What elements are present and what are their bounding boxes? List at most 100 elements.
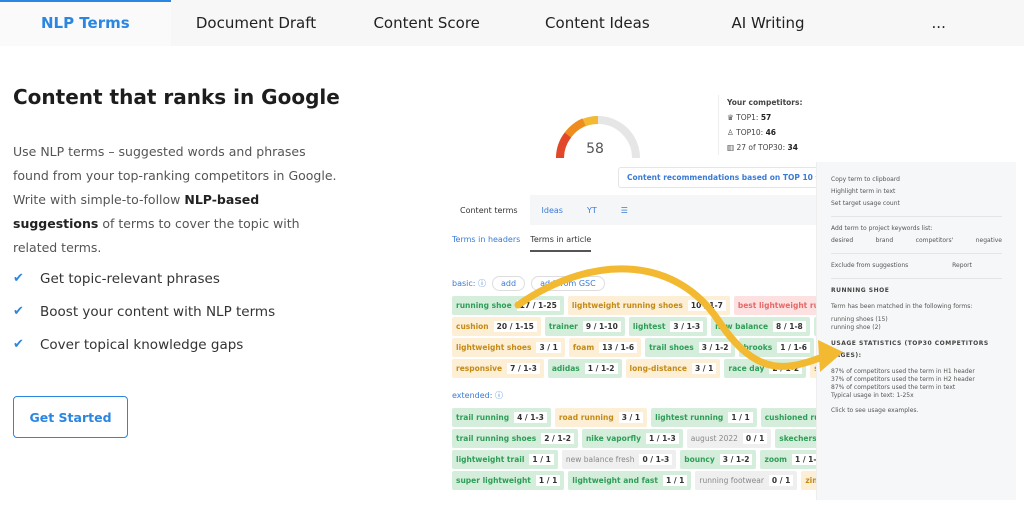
- tab-nlp-terms[interactable]: NLP Terms: [0, 0, 171, 46]
- tab-settings[interactable]: ☰: [609, 195, 640, 225]
- term-chip[interactable]: trail running shoes 2 / 1-2: [452, 429, 578, 448]
- term-chip[interactable]: trainer 9 / 1-10: [544, 317, 625, 336]
- check-icon: ✔: [13, 271, 24, 286]
- term-chip[interactable]: running shoe 17 / 1-25: [452, 296, 564, 315]
- tab-more[interactable]: ...: [853, 0, 1024, 46]
- tab-ai-writing[interactable]: AI Writing: [683, 0, 854, 46]
- check-icon: ✔: [13, 304, 24, 319]
- term-count: 7 / 1-3: [507, 363, 540, 374]
- term-chip[interactable]: cushion 20 / 1-15: [452, 317, 541, 336]
- term-label: adidas: [551, 364, 580, 373]
- benefit-item: ✔ Boost your content with NLP terms: [13, 295, 275, 328]
- term-label: lightweight running shoes: [571, 301, 683, 310]
- sliders-icon: ☰: [620, 205, 628, 215]
- term-label: nike vaporfly: [585, 434, 641, 443]
- tab-ideas[interactable]: Ideas: [530, 195, 575, 225]
- term-count: 3 / 1: [536, 342, 561, 353]
- competitors-box: Your competitors: ♛ TOP1: 57 ♙ TOP10: 46…: [718, 95, 802, 155]
- term-label: lightest running: [655, 413, 724, 422]
- term-chip[interactable]: long-distance 3 / 1: [625, 359, 721, 378]
- term-chip[interactable]: lightweight running shoes 10 / 1-7: [567, 296, 730, 315]
- term-chip[interactable]: new balance fresh 0 / 1-3: [561, 450, 677, 469]
- term-count: 13 / 1-6: [599, 342, 638, 353]
- term-chip[interactable]: brooks 1 / 1-6: [739, 338, 814, 357]
- report-item[interactable]: Report: [952, 260, 972, 272]
- tab-terms-in-headers[interactable]: Terms in headers: [452, 235, 520, 252]
- term-chip[interactable]: super lightweight 1 / 1: [452, 471, 565, 490]
- term-chip[interactable]: trail shoes 3 / 1-2: [645, 338, 736, 357]
- competitors-option[interactable]: competitors': [916, 235, 954, 247]
- term-chip[interactable]: responsive 7 / 1-3: [452, 359, 544, 378]
- exclude-item[interactable]: Exclude from suggestions: [831, 260, 908, 272]
- term-label: august 2022: [690, 434, 738, 443]
- benefit-item: ✔ Cover topical knowledge gaps: [13, 328, 275, 361]
- basic-label: basic: ⓘ: [452, 279, 487, 288]
- term-chip[interactable]: lightest running 1 / 1: [651, 408, 757, 427]
- term-chip[interactable]: lightweight shoes 3 / 1: [452, 338, 565, 357]
- term-count: 1 / 1: [728, 412, 753, 423]
- negative-option[interactable]: negative: [976, 235, 1002, 247]
- stats-title: USAGE STATISTICS (TOP30 COMPETITORS PAGE…: [831, 340, 989, 359]
- term-label: trail running: [456, 413, 510, 422]
- term-label: skechers: [779, 434, 817, 443]
- usage-examples-link[interactable]: Click to see usage examples.: [831, 405, 1002, 417]
- term-chip[interactable]: trail running 4 / 1-3: [452, 408, 551, 427]
- term-chip[interactable]: road running 3 / 1: [554, 408, 648, 427]
- term-label: race day: [728, 364, 765, 373]
- highlight-term-item[interactable]: Highlight term in text: [831, 186, 1002, 198]
- term-label: running footwear: [699, 476, 764, 485]
- term-chip[interactable]: nike vaporfly 1 / 1-3: [581, 429, 683, 448]
- term-label: new balance fresh: [565, 455, 635, 464]
- term-chip[interactable]: lightest 3 / 1-3: [628, 317, 708, 336]
- term-label: trail shoes: [649, 343, 694, 352]
- term-count: 1 / 1-6: [777, 342, 810, 353]
- term-label: lightest: [632, 322, 666, 331]
- top1-label: TOP1:: [736, 113, 761, 122]
- term-label: lightweight and fast: [572, 476, 658, 485]
- tab-content-terms[interactable]: Content terms: [448, 195, 530, 225]
- recommendations-dropdown[interactable]: Content recommendations based on TOP 10 …: [618, 167, 829, 188]
- desired-option[interactable]: desired: [831, 235, 853, 247]
- tab-terms-in-article[interactable]: Terms in article: [530, 235, 592, 252]
- term-chip[interactable]: august 2022 0 / 1: [686, 429, 772, 448]
- add-button[interactable]: add: [492, 276, 526, 291]
- stat-h2: 37% of competitors used the term in H2 h…: [831, 376, 975, 383]
- copy-term-item[interactable]: Copy term to clipboard: [831, 174, 1002, 186]
- term-count: 17 / 1-25: [516, 300, 560, 311]
- term-count: 3 / 1-2: [719, 454, 753, 465]
- term-chip[interactable]: foam 13 / 1-6: [568, 338, 642, 357]
- term-chip[interactable]: adidas 1 / 1-2: [547, 359, 622, 378]
- term-count: 0 / 1: [742, 433, 768, 444]
- medal-icon: ♙: [727, 128, 737, 137]
- tab-content-ideas[interactable]: Content Ideas: [512, 0, 683, 46]
- top10-row: ♙ TOP10: 46: [727, 125, 802, 140]
- tab-yt[interactable]: YT: [575, 195, 609, 225]
- top10-value: 46: [765, 128, 777, 137]
- add-gsc-button[interactable]: add from GSC: [531, 276, 605, 291]
- get-started-button[interactable]: Get Started: [13, 396, 128, 438]
- top30-label: 27 of TOP30:: [736, 143, 788, 152]
- term-count: 1 / 1: [529, 454, 554, 465]
- term-label: new balance: [715, 322, 769, 331]
- check-icon: ✔: [13, 337, 24, 352]
- term-chip[interactable]: lightweight trail 1 / 1: [452, 450, 558, 469]
- term-chip[interactable]: lightweight and fast 1 / 1: [568, 471, 692, 490]
- score-value: 58: [586, 141, 604, 157]
- top30-row: ▥ 27 of TOP30: 34: [727, 140, 802, 155]
- term-chip[interactable]: race day 2 / 1-2: [724, 359, 807, 378]
- tab-document-draft[interactable]: Document Draft: [171, 0, 342, 46]
- term-label: road running: [558, 413, 614, 422]
- tab-content-score[interactable]: Content Score: [341, 0, 512, 46]
- term-label: super lightweight: [456, 476, 531, 485]
- term-chip[interactable]: running footwear 0 / 1: [695, 471, 798, 490]
- term-count: 3 / 1: [618, 412, 644, 423]
- term-count: 1 / 1-2: [584, 363, 618, 374]
- term-label: lightweight trail: [456, 455, 525, 464]
- brand-option[interactable]: brand: [876, 235, 894, 247]
- desc-text: Use NLP terms – suggested words and phra…: [13, 144, 337, 207]
- set-target-item[interactable]: Set target usage count: [831, 198, 1002, 210]
- term-chip[interactable]: new balance 8 / 1-8: [711, 317, 810, 336]
- term-label: running shoe: [456, 301, 512, 310]
- term-count: 3 / 1-3: [670, 321, 704, 332]
- term-chip[interactable]: bouncy 3 / 1-2: [680, 450, 757, 469]
